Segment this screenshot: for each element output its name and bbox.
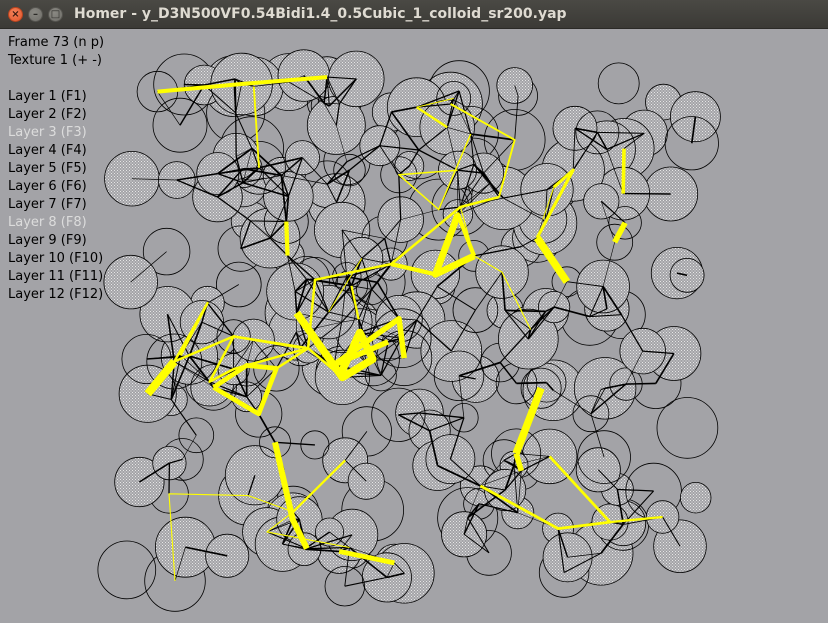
layer-toggle-1[interactable]: Layer 1 (F1) <box>8 88 104 106</box>
maximize-icon: □ <box>50 9 61 20</box>
minimize-window-button[interactable]: – <box>28 7 43 22</box>
particle <box>178 417 215 454</box>
simulation-viewport[interactable]: Frame 73 (n p) Texture 1 (+ -) Layer 1 (… <box>0 29 828 623</box>
maximize-window-button[interactable]: □ <box>48 7 63 22</box>
contact-line <box>157 91 181 126</box>
contact-line <box>274 441 315 446</box>
layer-toggle-4[interactable]: Layer 4 (F4) <box>8 142 104 160</box>
texture-indicator: Texture 1 (+ -) <box>8 53 102 68</box>
frame-indicator: Frame 73 (n p) <box>8 35 105 50</box>
contact-line <box>625 382 656 385</box>
layer-toggle-7[interactable]: Layer 7 (F7) <box>8 196 104 214</box>
window-title: Homer - y_D3N500VF0.54Bidi1.4_0.5Cubic_1… <box>74 6 567 22</box>
close-icon: × <box>11 9 20 20</box>
layer-toggle-10[interactable]: Layer 10 (F10) <box>8 250 104 268</box>
layer-toggle-5[interactable]: Layer 5 (F5) <box>8 160 104 178</box>
layer-toggle-8[interactable]: Layer 8 (F8) <box>8 214 104 232</box>
force-chain <box>284 221 290 256</box>
force-chain <box>292 459 347 513</box>
layer-toggle-6[interactable]: Layer 6 (F6) <box>8 178 104 196</box>
info-overlay: Frame 73 (n p) Texture 1 (+ -) Layer 1 (… <box>8 34 104 304</box>
contact-line <box>505 309 546 313</box>
force-chain <box>621 148 626 194</box>
layer-toggle-9[interactable]: Layer 9 (F9) <box>8 232 104 250</box>
particle <box>680 482 712 514</box>
contact-line <box>516 381 547 385</box>
layer-toggle-12[interactable]: Layer 12 (F12) <box>8 286 104 304</box>
layer-list: Layer 1 (F1) Layer 2 (F2) Layer 3 (F3) Laye… <box>8 88 104 304</box>
contact-line <box>250 220 287 223</box>
close-window-button[interactable]: × <box>8 7 23 22</box>
particle-scene[interactable] <box>0 29 828 623</box>
contact-line <box>257 413 276 443</box>
particle <box>597 62 640 105</box>
particle <box>449 403 479 433</box>
layer-toggle-11[interactable]: Layer 11 (F11) <box>8 268 104 286</box>
layer-toggle-2[interactable]: Layer 2 (F2) <box>8 106 104 124</box>
title-bar[interactable]: × – □ Homer - y_D3N500VF0.54Bidi1.4_0.5C… <box>0 0 828 29</box>
contact-line <box>235 112 237 157</box>
layer-toggle-3[interactable]: Layer 3 (F3) <box>8 124 104 142</box>
minimize-icon: – <box>33 9 38 20</box>
